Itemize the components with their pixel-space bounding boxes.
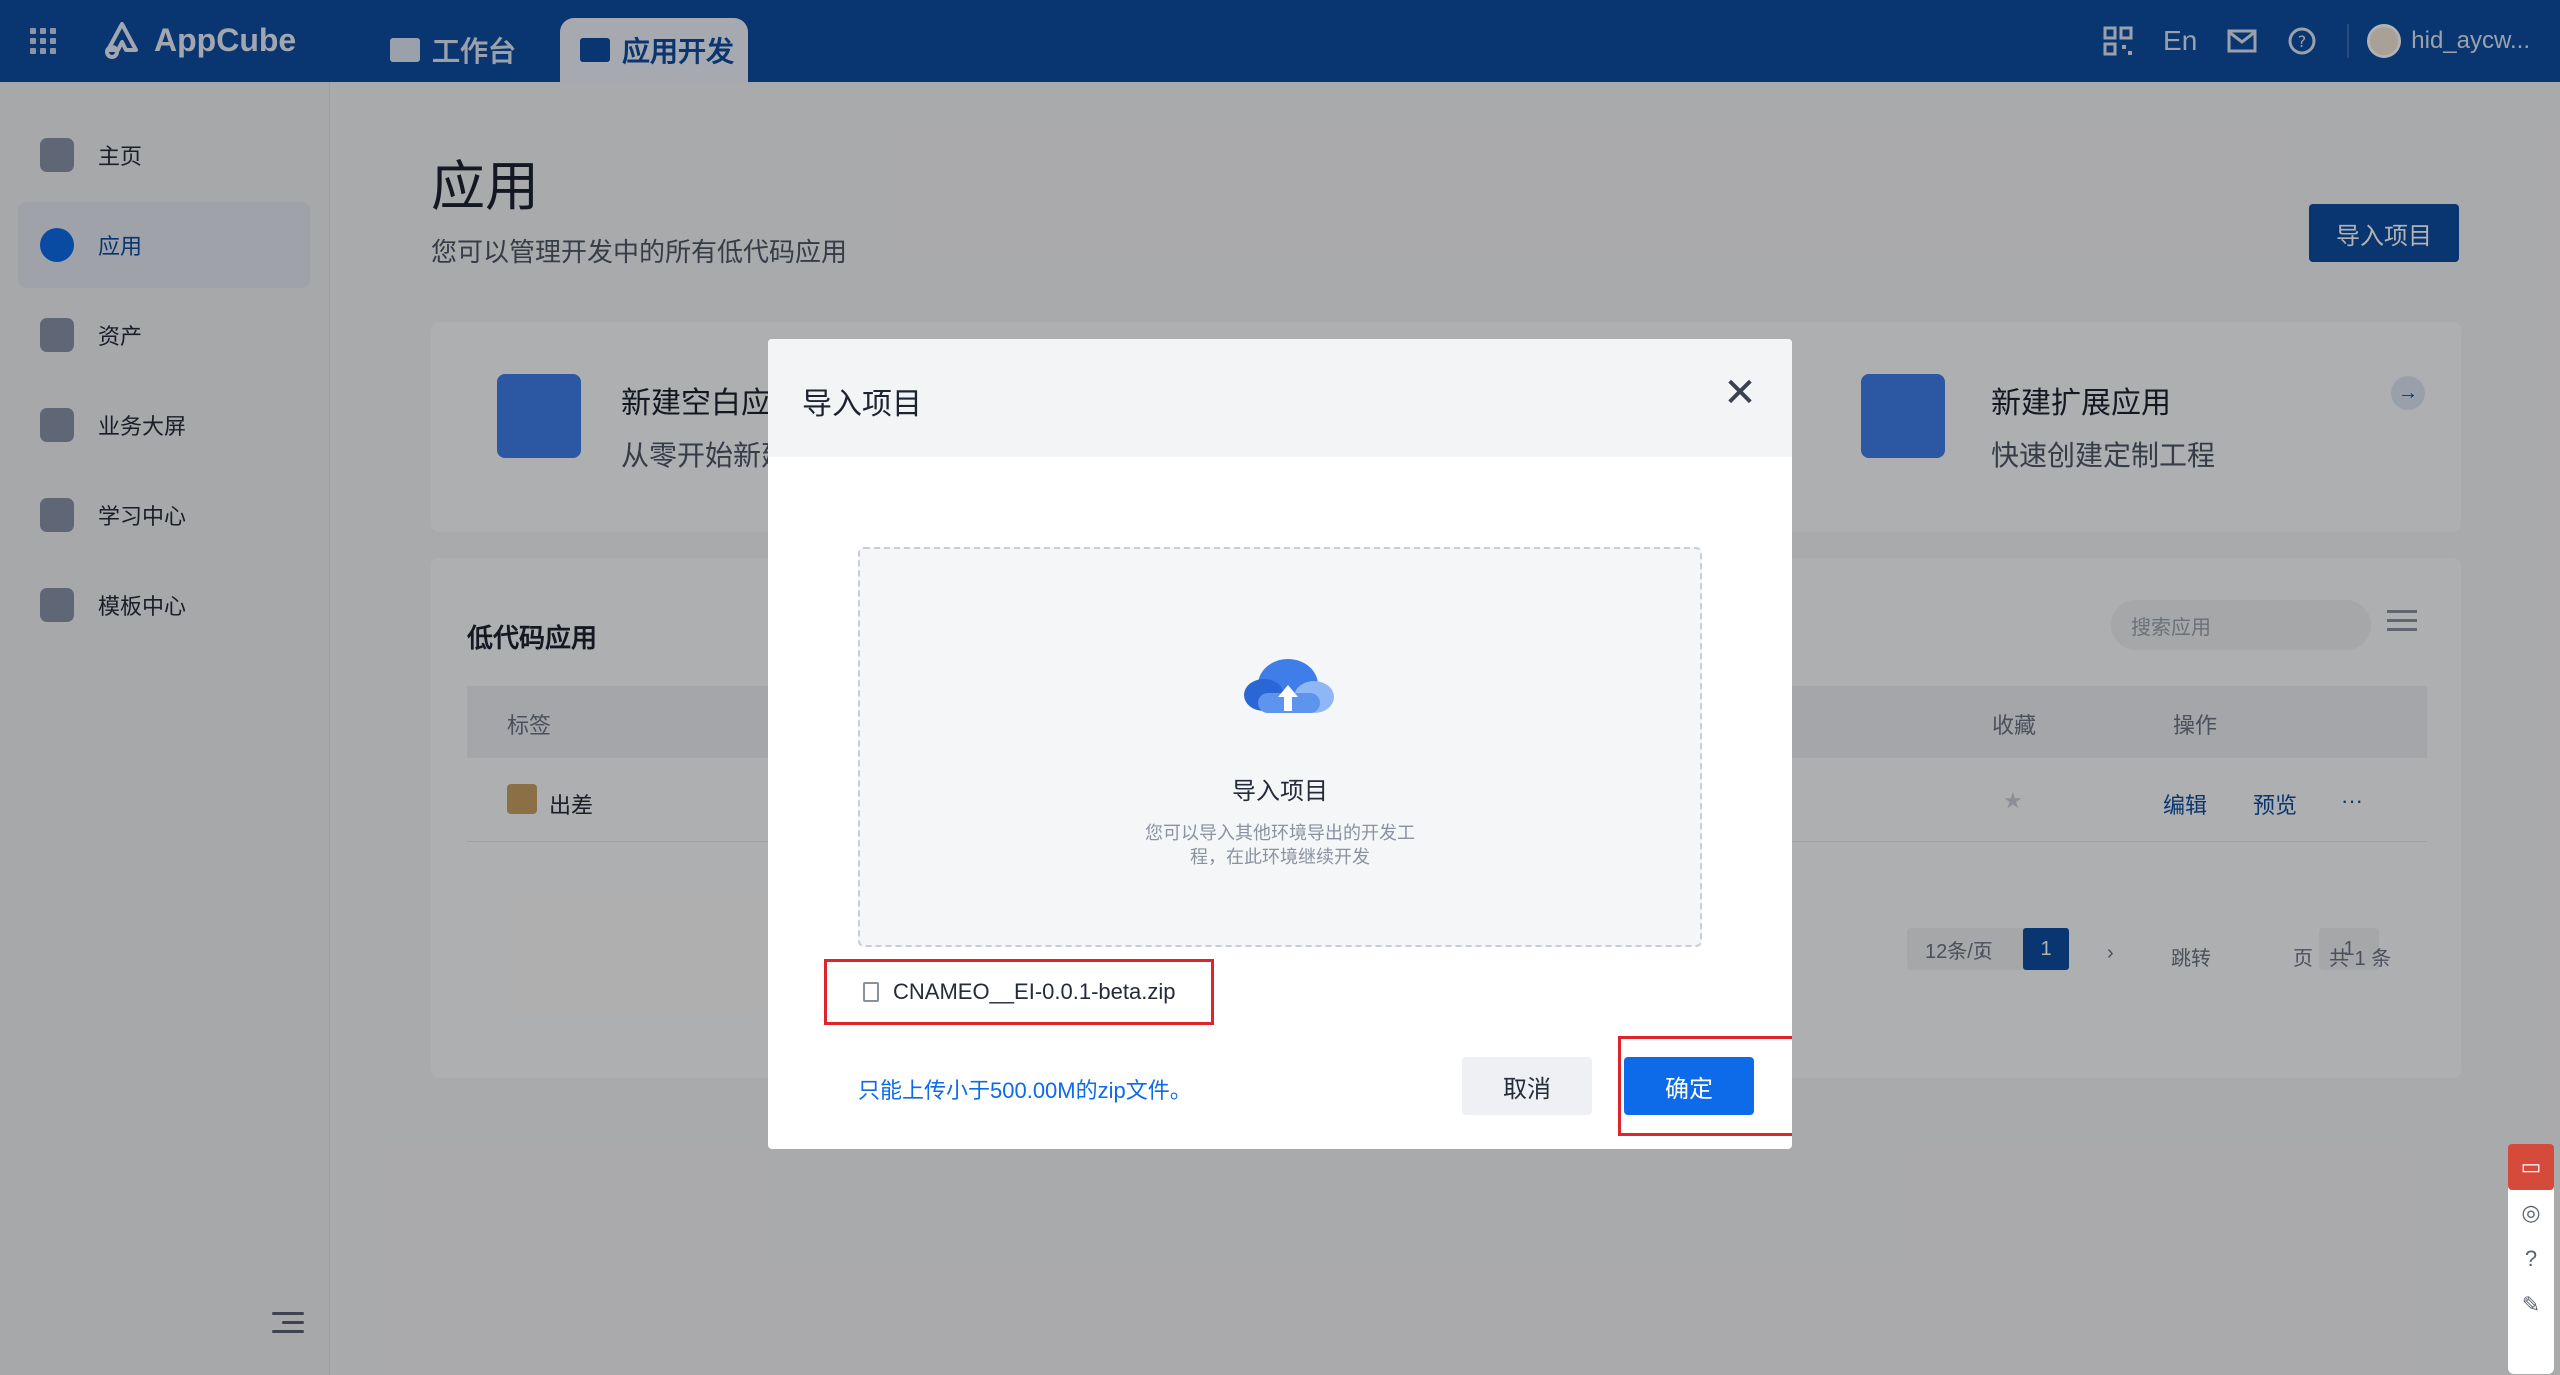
selected-file[interactable]: CNAMEO__EI-0.0.1-beta.zip: [824, 959, 1214, 1025]
upload-size-hint: 只能上传小于500.00M的zip文件。: [858, 1078, 1192, 1103]
cancel-button[interactable]: 取消: [1462, 1057, 1592, 1115]
confirm-button[interactable]: 确定: [1624, 1057, 1754, 1115]
edit-note-icon[interactable]: ✎: [2508, 1282, 2554, 1328]
file-icon: [863, 982, 879, 1002]
close-icon[interactable]: ✕: [1720, 373, 1760, 413]
drop-zone-description: 您可以导入其他环境导出的开发工程，在此环境继续开发: [1145, 823, 1415, 867]
file-name: CNAMEO__EI-0.0.1-beta.zip: [893, 979, 1176, 1004]
drop-zone-title: 导入项目: [1232, 778, 1328, 805]
dialog-header: 导入项目 ✕: [768, 339, 1792, 457]
upload-drop-zone[interactable]: 导入项目 您可以导入其他环境导出的开发工程，在此环境继续开发: [858, 547, 1702, 947]
cloud-upload-icon: [1244, 659, 1334, 713]
feedback-icon[interactable]: ▭: [2508, 1144, 2554, 1190]
import-project-dialog: 导入项目 ✕ 导入项目 您可以导入其他环境导出的开发工程，在此环境继续开发 CN…: [768, 339, 1792, 1149]
help-circle-icon[interactable]: ?: [2508, 1236, 2554, 1282]
floating-toolbar: ▭ ◎ ? ✎: [2508, 1144, 2554, 1374]
dialog-title: 导入项目: [802, 388, 922, 421]
headset-icon[interactable]: ◎: [2508, 1190, 2554, 1236]
